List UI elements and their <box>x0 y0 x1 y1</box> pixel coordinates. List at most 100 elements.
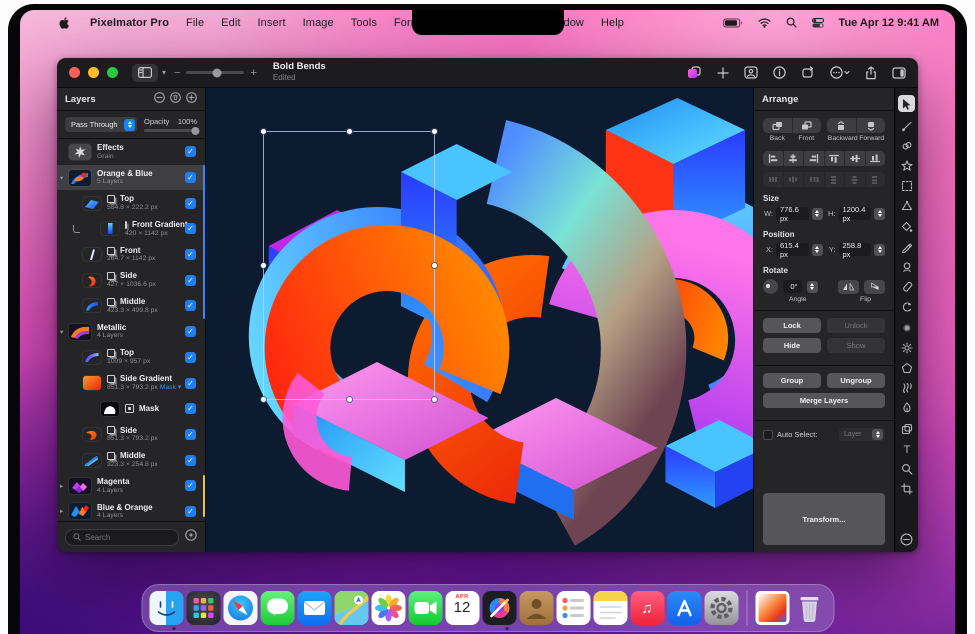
selection-handle[interactable] <box>347 397 352 402</box>
slice-tool[interactable] <box>901 422 913 435</box>
delete-layer-icon[interactable] <box>170 90 181 108</box>
crop-tool[interactable] <box>901 483 913 496</box>
share-icon[interactable] <box>865 66 877 80</box>
height-field[interactable]: 1200.4 px <box>839 207 872 220</box>
pencil-draw-tool[interactable] <box>901 240 913 253</box>
paint-brush-tool[interactable] <box>901 119 913 132</box>
layer-row-front-gradient[interactable]: Front Gradient420 × 1142 px ✓ <box>57 216 205 242</box>
eraser-tool[interactable] <box>901 281 913 294</box>
dock-trash[interactable] <box>792 591 826 625</box>
dock-pixelmator-pro[interactable] <box>482 591 516 625</box>
battery-icon[interactable] <box>723 18 743 28</box>
zoom-slider-track[interactable] <box>186 71 244 74</box>
pen-tool[interactable] <box>901 402 913 415</box>
blur-tool[interactable] <box>901 321 913 334</box>
show-button[interactable]: Show <box>827 338 885 353</box>
dock-facetime[interactable] <box>408 591 442 625</box>
group-collapsed-chevron[interactable]: ▸ <box>60 507 63 515</box>
remove-layer-icon[interactable] <box>154 90 165 108</box>
align-right-button[interactable] <box>803 151 824 166</box>
sidebar-toggle-button[interactable] <box>132 64 158 82</box>
add-layer-icon[interactable] <box>186 90 197 108</box>
align-top-button[interactable] <box>824 151 845 166</box>
dock-music[interactable]: ♫ <box>630 591 664 625</box>
align-center-h-button[interactable] <box>783 151 804 166</box>
dock-contacts[interactable] <box>519 591 553 625</box>
apple-menu-icon[interactable] <box>58 16 71 30</box>
dock-document-bold-bends[interactable] <box>755 591 789 625</box>
zoom-button[interactable] <box>107 67 118 78</box>
minimize-button[interactable] <box>88 67 99 78</box>
add-icon[interactable] <box>717 67 729 79</box>
hide-button[interactable]: Hide <box>763 338 821 353</box>
dock-app-store[interactable] <box>667 591 701 625</box>
selection-handle[interactable] <box>432 129 437 134</box>
wifi-icon[interactable] <box>758 18 771 28</box>
layer-row-metallic-side[interactable]: Side851.3 × 793.2 px ✓ <box>57 422 205 448</box>
layer-row-orange-blue[interactable]: ▾ Orange & Blue5 Layers ✓ <box>57 165 205 191</box>
bring-forward-button[interactable] <box>856 118 886 133</box>
sidebar-chevron-icon[interactable]: ▾ <box>162 68 166 77</box>
mask-link[interactable]: Mask ▾ <box>160 384 182 391</box>
layer-row-mask[interactable]: Mask ✓ <box>57 396 205 422</box>
photo-browser-icon[interactable] <box>744 66 758 79</box>
align-middle-v-button[interactable] <box>844 151 865 166</box>
layer-row-metallic-middle[interactable]: Middle323.3 × 254.8 px ✓ <box>57 447 205 473</box>
group-collapsed-chevron[interactable]: ▸ <box>60 482 63 490</box>
layer-row-top[interactable]: Top584.8 × 222.2 px ✓ <box>57 190 205 216</box>
layer-visibility-checkbox[interactable]: ✓ <box>185 429 196 440</box>
transform-button[interactable]: Transform... <box>763 493 885 545</box>
search-icon[interactable] <box>786 17 797 28</box>
filter-icon[interactable] <box>185 528 197 546</box>
dock-mail[interactable] <box>297 591 331 625</box>
layer-visibility-checkbox[interactable]: ✓ <box>185 223 196 234</box>
layer-visibility-checkbox[interactable]: ✓ <box>185 300 196 311</box>
layer-visibility-checkbox[interactable]: ✓ <box>185 146 196 157</box>
dock-calendar[interactable]: APR 12 <box>445 591 479 625</box>
auto-select-checkbox[interactable] <box>763 430 773 440</box>
dock-launchpad[interactable] <box>186 591 220 625</box>
crop-rotate-icon[interactable] <box>801 66 815 79</box>
remove-tool[interactable] <box>900 533 913 546</box>
dock-notes[interactable] <box>593 591 627 625</box>
selection-handle[interactable] <box>432 397 437 402</box>
info-icon[interactable] <box>773 66 786 79</box>
zoom-out-icon[interactable]: − <box>174 67 180 79</box>
group-expand-chevron[interactable]: ▾ <box>60 174 63 182</box>
bring-to-front-button[interactable] <box>792 118 822 133</box>
width-field[interactable]: 776.6 px <box>776 207 809 220</box>
distribute-middle-button[interactable] <box>844 172 865 187</box>
retouch-tool[interactable] <box>901 139 913 152</box>
canvas[interactable] <box>206 88 753 552</box>
layer-visibility-checkbox[interactable]: ✓ <box>185 480 196 491</box>
ungroup-button[interactable]: Ungroup <box>827 373 885 388</box>
layer-visibility-checkbox[interactable]: ✓ <box>185 455 196 466</box>
menu-clock[interactable]: Tue Apr 12 9:41 AM <box>839 17 939 29</box>
smudge-tool[interactable] <box>901 301 913 314</box>
layer-visibility-checkbox[interactable]: ✓ <box>185 249 196 260</box>
group-expand-chevron[interactable]: ▾ <box>60 328 63 336</box>
x-field[interactable]: 615.4 px <box>776 243 809 256</box>
align-left-button[interactable] <box>763 151 783 166</box>
layer-visibility-checkbox[interactable]: ✓ <box>185 506 196 517</box>
window-titlebar[interactable]: ▾ − + Bold Bends Edited <box>57 58 918 88</box>
merge-layers-button[interactable]: Merge Layers <box>763 393 885 408</box>
layer-visibility-checkbox[interactable]: ✓ <box>185 275 196 286</box>
lock-button[interactable]: Lock <box>763 318 821 333</box>
x-stepper[interactable] <box>812 244 823 256</box>
layer-row-side-gradient[interactable]: Side Gradient851.3 × 793.2 px Mask ▾ ✓ <box>57 370 205 396</box>
dock-messages[interactable] <box>260 591 294 625</box>
distribute-left-button[interactable] <box>763 172 783 187</box>
marquee-select-tool[interactable] <box>901 180 913 193</box>
polygon-select-tool[interactable] <box>901 200 913 213</box>
pentagon-shape-tool[interactable] <box>901 361 913 374</box>
flip-horizontal-button[interactable] <box>838 280 859 294</box>
opacity-slider-knob[interactable] <box>191 127 199 135</box>
star-shape-tool[interactable] <box>901 160 913 173</box>
layer-row-front[interactable]: Front264.7 × 1142 px ✓ <box>57 242 205 268</box>
layer-row-metallic-top[interactable]: Top1009 × 957 px ✓ <box>57 345 205 371</box>
angle-field[interactable]: 0° <box>783 280 802 293</box>
color-adjust-tool[interactable] <box>901 341 913 354</box>
rotate-knob[interactable] <box>763 279 778 294</box>
layer-row-middle[interactable]: Middle423.3 × 499.8 px ✓ <box>57 293 205 319</box>
